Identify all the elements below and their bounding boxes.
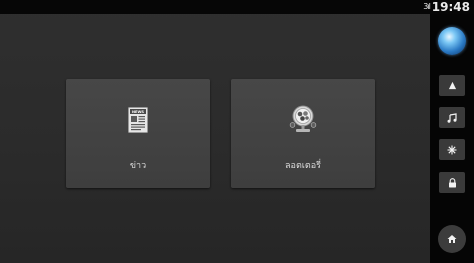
- navigation-button[interactable]: [439, 75, 465, 96]
- climate-button[interactable]: [439, 139, 465, 160]
- signal-strength-icon: 3ıl: [423, 2, 430, 11]
- newspaper-icon: NEWS: [128, 107, 148, 133]
- home-icon: [447, 235, 457, 243]
- app-screen: 3ıl 19:48 NEWS ข่าว ลอตเตอรี่: [0, 0, 474, 263]
- globe-sphere-icon[interactable]: [438, 27, 466, 55]
- status-bar: 3ıl 19:48: [0, 0, 474, 14]
- right-sidebar: [430, 14, 474, 263]
- news-tile[interactable]: NEWS ข่าว: [66, 79, 210, 188]
- news-tile-label: ข่าว: [129, 161, 147, 171]
- navigation-arrow-icon: [448, 81, 456, 90]
- lottery-machine-icon: [289, 105, 317, 132]
- music-note-icon: [447, 112, 457, 123]
- music-button[interactable]: [439, 107, 465, 128]
- lock-icon: [448, 177, 456, 187]
- lottery-tile-label: ลอตเตอรี่: [285, 161, 321, 171]
- clock-time: 19:48: [431, 0, 470, 14]
- home-button[interactable]: [438, 225, 466, 253]
- lottery-tile[interactable]: ลอตเตอรี่: [231, 79, 375, 188]
- status-indicators: 3ıl 19:48: [423, 0, 470, 14]
- svg-text:NEWS: NEWS: [132, 110, 144, 114]
- lock-button[interactable]: [439, 172, 465, 193]
- climate-fan-icon: [447, 145, 457, 154]
